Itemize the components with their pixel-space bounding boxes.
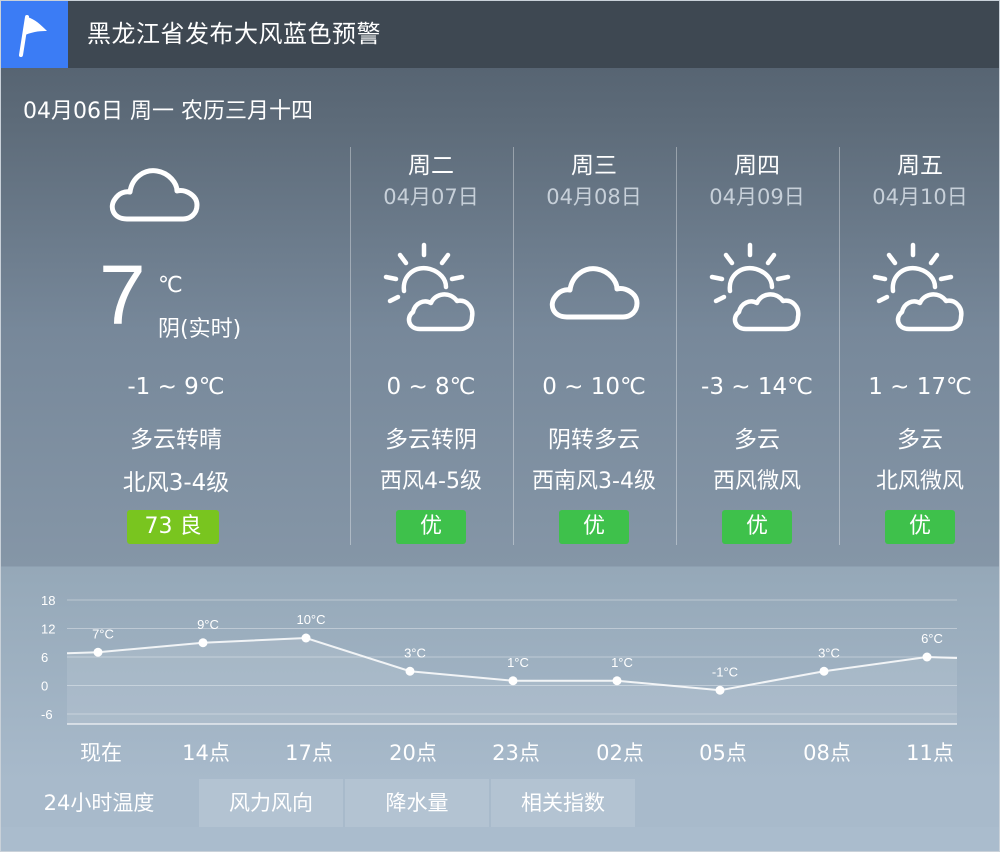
- day-weather: 多云: [897, 427, 943, 453]
- y-tick-label: 12: [41, 622, 55, 637]
- temperature-unit: ℃: [158, 273, 183, 298]
- temperature-point: [508, 676, 518, 686]
- forecast-day: 周五 04月10日 1 ~ 17℃ 多云 北风微风 优: [839, 141, 999, 546]
- day-weather: 多云: [734, 427, 780, 453]
- partly-cloudy-icon: [709, 242, 801, 332]
- day-temp-range: 0 ~ 10℃: [542, 374, 646, 400]
- x-tick-label: 14点: [182, 741, 230, 765]
- today-temp-range: -1 ~ 9℃: [127, 374, 225, 400]
- chart-tabs: 24小时温度 风力风向 降水量 相关指数: [1, 779, 999, 827]
- day-temp-range: -3 ~ 14℃: [701, 374, 813, 400]
- temperature-point: [922, 652, 932, 662]
- day-wind: 西风微风: [712, 469, 801, 494]
- current-date: 04月06日 周一 农历三月十四: [23, 99, 313, 124]
- temperature-line-chart: 18 12 6 0 -6 7°C 9°C 10°C 3°C 1°C 1°C -1°C 3°C 6°C 现在 1…: [41, 593, 958, 765]
- day-wind: 西南风3-4级: [532, 469, 656, 494]
- temperature-point: [612, 676, 622, 686]
- day-aqi-badge[interactable]: 优: [559, 510, 629, 544]
- temperature-label: 3°C: [818, 645, 840, 660]
- today-weather: 多云转晴: [130, 427, 222, 453]
- weather-widget: 黑龙江省发布大风蓝色预警 04月06日 周一 农历三月十四 7 ℃ 阴(实时) …: [0, 0, 1000, 852]
- cloud-icon: [549, 266, 640, 320]
- day-date: 04月08日: [546, 185, 642, 209]
- temperature-point: [715, 685, 725, 695]
- x-tick-label: 23点: [492, 741, 540, 765]
- day-temp-range: 1 ~ 17℃: [868, 374, 972, 400]
- cloud-icon: [109, 168, 200, 222]
- today-aqi-badge[interactable]: 73 良: [127, 510, 219, 544]
- y-tick-label: 6: [41, 650, 48, 665]
- temperature-label: 3°C: [404, 645, 426, 660]
- day-weather: 多云转阴: [385, 427, 477, 453]
- temperature-label: 1°C: [507, 655, 529, 670]
- alert-banner[interactable]: 黑龙江省发布大风蓝色预警: [1, 1, 999, 68]
- temperature-label: 1°C: [611, 655, 633, 670]
- day-temp-range: 0 ~ 8℃: [386, 374, 476, 400]
- day-date: 04月10日: [872, 185, 968, 209]
- x-tick-label: 11点: [906, 741, 954, 765]
- warning-flag-box: [1, 1, 68, 68]
- temperature-point: [819, 666, 829, 676]
- today-panel: 7 ℃ 阴(实时) -1 ~ 9℃ 多云转晴 北风3-4级 73 良: [1, 141, 351, 561]
- alert-title[interactable]: 黑龙江省发布大风蓝色预警: [87, 1, 381, 68]
- y-tick-label: 18: [41, 593, 55, 608]
- x-tick-label: 现在: [80, 741, 122, 765]
- temperature-point: [301, 633, 311, 643]
- tab-wind[interactable]: 风力风向: [199, 779, 343, 827]
- current-condition: 阴(实时): [158, 317, 242, 342]
- forecast-day: 周三 04月08日 0 ~ 10℃ 阴转多云 西南风3-4级 优: [513, 141, 675, 546]
- day-date: 04月09日: [709, 185, 805, 209]
- tab-24h-temperature[interactable]: 24小时温度: [1, 779, 197, 827]
- today-wind: 北风3-4级: [122, 470, 230, 496]
- day-aqi-badge[interactable]: 优: [722, 510, 792, 544]
- day-wind: 西风4-5级: [380, 469, 482, 494]
- temperature-label: 7°C: [92, 626, 114, 641]
- day-aqi-badge[interactable]: 优: [396, 510, 466, 544]
- bottom-strip: [1, 827, 999, 851]
- day-weather: 阴转多云: [548, 427, 640, 453]
- temperature-label: 10°C: [296, 612, 325, 627]
- tab-indices[interactable]: 相关指数: [491, 779, 635, 827]
- x-tick-label: 02点: [596, 741, 644, 765]
- flag-icon: [19, 15, 47, 57]
- x-tick-label: 17点: [285, 741, 333, 765]
- day-name: 周四: [734, 153, 780, 179]
- temperature-label: 6°C: [921, 631, 943, 646]
- day-name: 周五: [897, 153, 943, 179]
- temperature-label: 9°C: [197, 617, 219, 632]
- temperature-label: -1°C: [712, 664, 738, 679]
- forecast-day: 周二 04月07日 0 ~ 8℃ 多云转阴 西风4-5级 优: [350, 141, 512, 546]
- forecast-day: 周四 04月09日 -3 ~ 14℃ 多云 西风微风 优: [676, 141, 838, 546]
- current-temperature: 7: [99, 248, 146, 342]
- x-tick-label: 08点: [803, 741, 851, 765]
- partly-cloudy-icon: [872, 242, 964, 332]
- temperature-point: [198, 638, 208, 648]
- temperature-point: [405, 666, 415, 676]
- day-aqi-badge[interactable]: 优: [885, 510, 955, 544]
- x-tick-label: 05点: [699, 741, 747, 765]
- temperature-chart: 18 12 6 0 -6 7°C 9°C 10°C 3°C 1°C 1°C -1°C 3°C 6°C 现在 1…: [1, 567, 999, 779]
- day-date: 04月07日: [383, 185, 479, 209]
- partly-cloudy-icon: [383, 242, 475, 332]
- y-tick-label: -6: [41, 707, 53, 722]
- day-wind: 北风微风: [875, 469, 964, 494]
- day-name: 周二: [408, 153, 454, 179]
- y-tick-label: 0: [41, 679, 48, 694]
- day-name: 周三: [571, 153, 617, 179]
- tab-precipitation[interactable]: 降水量: [345, 779, 489, 827]
- x-tick-label: 20点: [389, 741, 437, 765]
- temperature-point: [93, 647, 103, 657]
